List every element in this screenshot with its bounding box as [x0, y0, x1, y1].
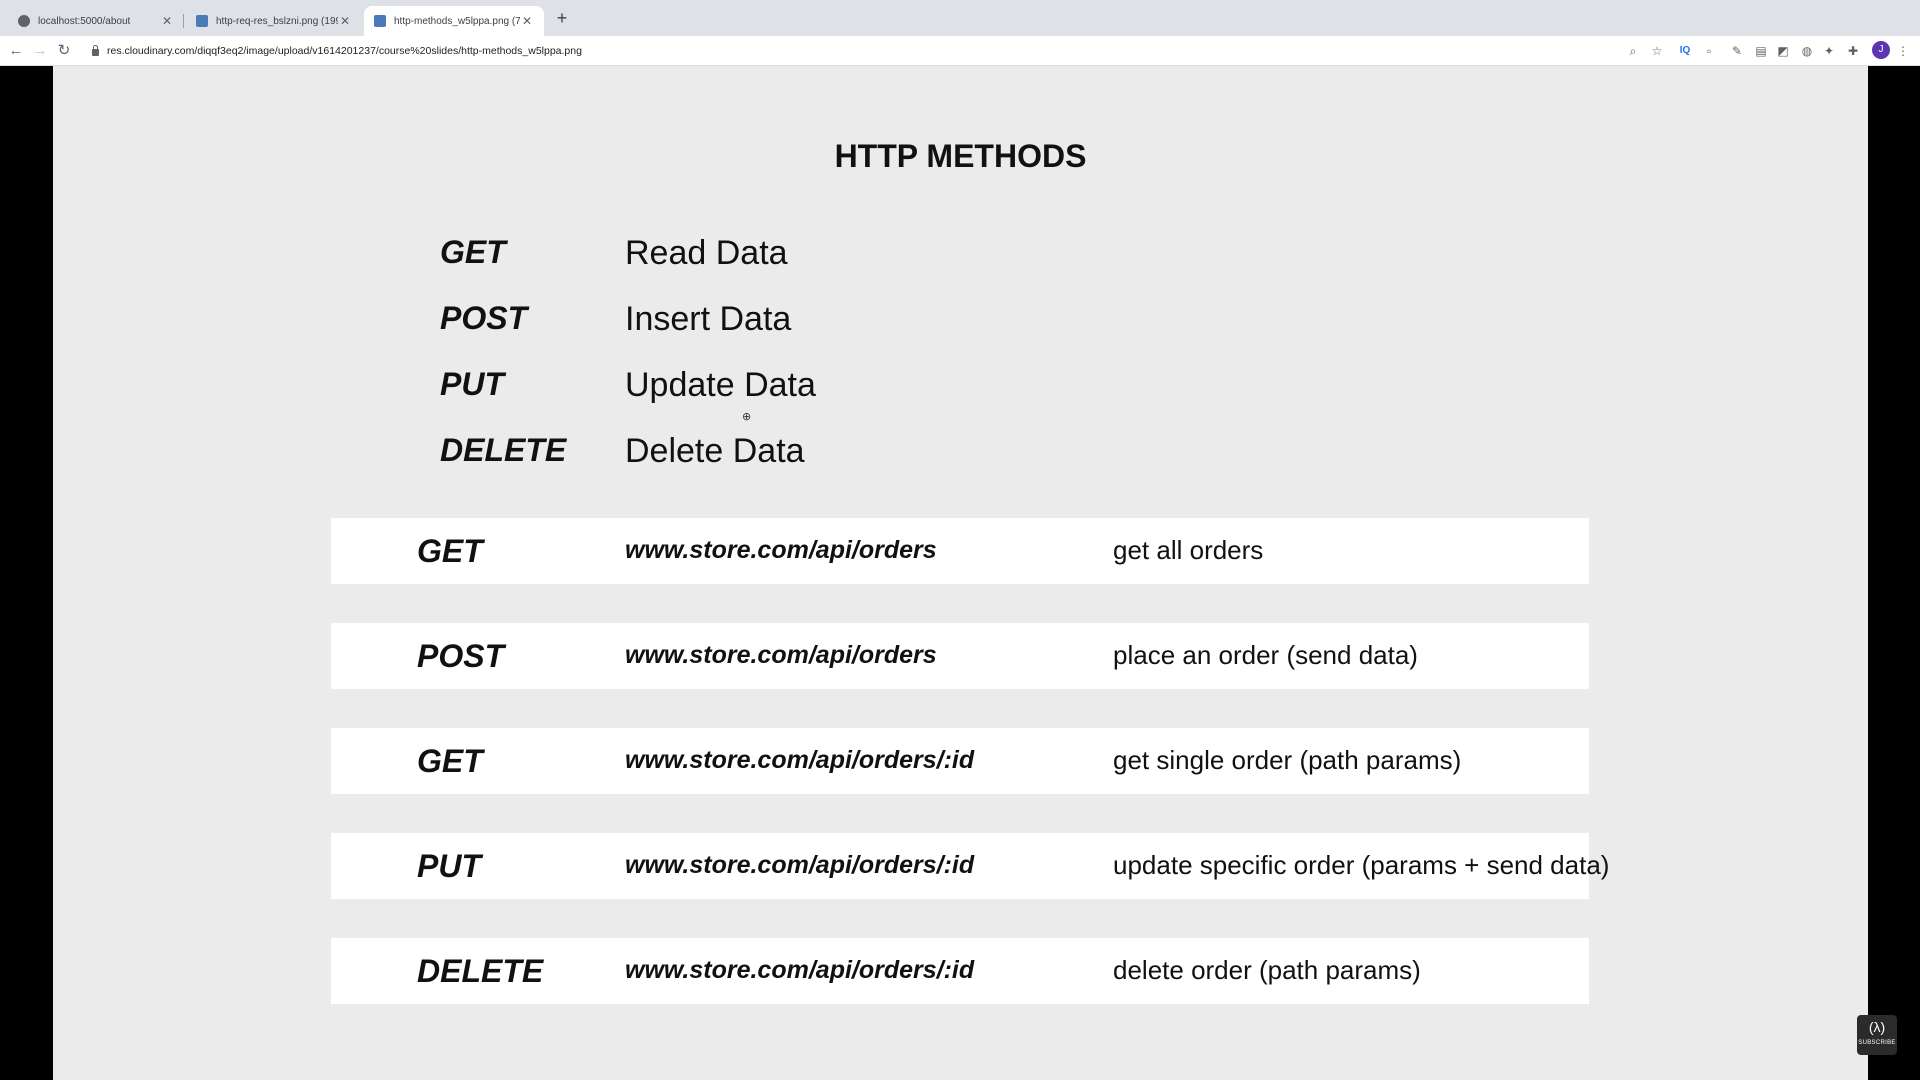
- route-url: www.store.com/api/orders: [625, 536, 937, 564]
- method-description: Insert Data: [625, 300, 792, 338]
- route-description: delete order (path params): [1113, 955, 1421, 985]
- subscribe-label: SUBSCRIBE: [1858, 1040, 1896, 1046]
- method-name: GET: [440, 234, 506, 270]
- extension-icon[interactable]: ◍: [1798, 42, 1816, 60]
- route-description: get single order (path params): [1113, 745, 1462, 775]
- fire-logo-icon: (λ): [1868, 1019, 1886, 1035]
- tab-title: http-req-res_bslzni.png (199: [216, 15, 338, 27]
- url-text: res.cloudinary.com/diqqf3eq2/image/uploa…: [107, 45, 582, 57]
- tab-title: localhost:5000/about: [38, 15, 131, 27]
- route-row: GET www.store.com/api/orders get all ord…: [331, 518, 1589, 584]
- back-arrow-icon[interactable]: ←: [6, 41, 26, 61]
- tab-title: http-methods_w5lppa.png (76: [394, 15, 520, 27]
- route-description: place an order (send data): [1113, 640, 1418, 670]
- route-row: POST www.store.com/api/orders place an o…: [331, 623, 1589, 689]
- extension-icon[interactable]: ▤: [1752, 42, 1770, 60]
- tab-http-req-res[interactable]: http-req-res_bslzni.png (199 ✕: [186, 6, 362, 36]
- lock-icon: [92, 45, 99, 56]
- close-icon[interactable]: ✕: [520, 14, 534, 28]
- extension-eyedropper-icon[interactable]: ✎: [1728, 42, 1746, 60]
- forward-arrow-icon[interactable]: →: [30, 41, 50, 61]
- method-description: Delete Data: [625, 432, 805, 470]
- route-method: PUT: [417, 848, 481, 884]
- route-method: DELETE: [417, 953, 544, 989]
- puzzle-icon[interactable]: ✚: [1844, 42, 1862, 60]
- route-url: www.store.com/api/orders/:id: [625, 851, 975, 879]
- method-description: Update Data: [625, 366, 816, 404]
- close-icon[interactable]: ✕: [160, 14, 174, 28]
- method-name: DELETE: [440, 432, 567, 468]
- extension-iq-icon[interactable]: IQ: [1676, 42, 1694, 60]
- route-description: update specific order (params + send dat…: [1113, 850, 1610, 880]
- method-description: Read Data: [625, 234, 788, 272]
- image-icon: [374, 15, 386, 27]
- route-row: GET www.store.com/api/orders/:id get sin…: [331, 728, 1589, 794]
- slide-image: HTTP METHODS GET Read Data POST Insert D…: [53, 66, 1868, 1080]
- subscribe-badge[interactable]: (λ) SUBSCRIBE: [1857, 1015, 1897, 1055]
- route-row: PUT www.store.com/api/orders/:id update …: [331, 833, 1609, 899]
- browser-toolbar: ← → ↻ res.cloudinary.com/diqqf3eq2/image…: [0, 36, 1920, 66]
- route-method: GET: [417, 743, 483, 779]
- zoom-cursor-icon: ⊕: [742, 411, 752, 423]
- extension-icon[interactable]: ▫: [1700, 42, 1718, 60]
- zoom-icon[interactable]: ⌕: [1624, 42, 1642, 60]
- route-row: DELETE www.store.com/api/orders/:id dele…: [331, 938, 1589, 1004]
- reload-icon[interactable]: ↻: [54, 41, 74, 61]
- slide-title: HTTP METHODS: [834, 138, 1087, 174]
- route-method: GET: [417, 533, 483, 569]
- address-bar[interactable]: res.cloudinary.com/diqqf3eq2/image/uploa…: [86, 39, 1706, 63]
- tab-strip: localhost:5000/about ✕ http-req-res_bslz…: [0, 0, 1920, 36]
- extension-icon[interactable]: ✦: [1820, 42, 1838, 60]
- route-examples: GET www.store.com/api/orders get all ord…: [331, 518, 1609, 1043]
- method-name: PUT: [440, 366, 504, 402]
- new-tab-button[interactable]: +: [552, 8, 572, 28]
- bookmark-star-icon[interactable]: ☆: [1648, 42, 1666, 60]
- kebab-menu-icon[interactable]: ⋮: [1894, 42, 1912, 60]
- route-url: www.store.com/api/orders: [625, 641, 937, 669]
- globe-icon: [18, 15, 30, 27]
- method-name: POST: [440, 300, 528, 336]
- route-description: get all orders: [1113, 535, 1264, 565]
- tab-localhost-about[interactable]: localhost:5000/about ✕: [8, 6, 184, 36]
- image-icon: [196, 15, 208, 27]
- route-url: www.store.com/api/orders/:id: [625, 956, 975, 984]
- close-icon[interactable]: ✕: [338, 14, 352, 28]
- profile-avatar[interactable]: J: [1872, 41, 1890, 59]
- route-method: POST: [417, 638, 505, 674]
- tab-http-methods[interactable]: http-methods_w5lppa.png (76 ✕: [364, 6, 544, 36]
- extension-icon[interactable]: ◩: [1774, 42, 1792, 60]
- route-url: www.store.com/api/orders/:id: [625, 746, 975, 774]
- page-viewport: HTTP METHODS GET Read Data POST Insert D…: [0, 66, 1920, 1080]
